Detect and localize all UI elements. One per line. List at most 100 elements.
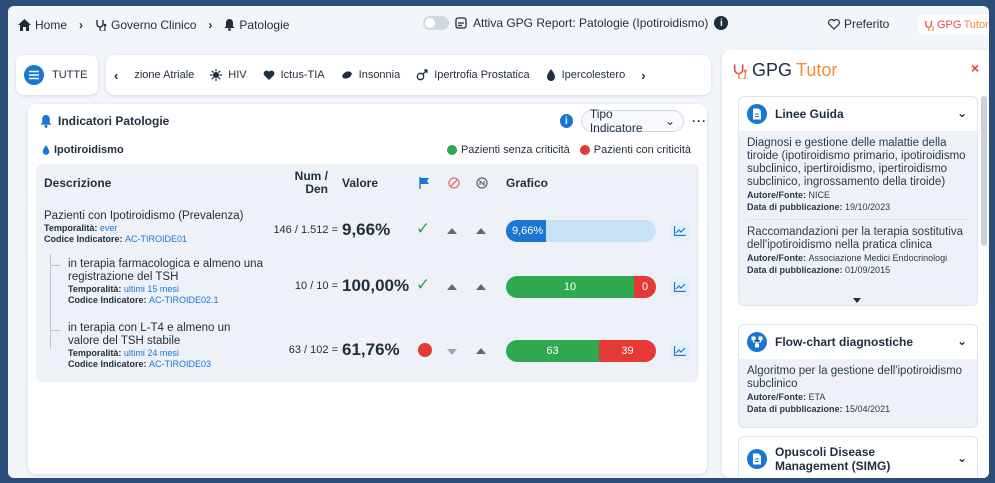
category-fibrillazione[interactable]: zione Atriale (134, 69, 194, 81)
header-numden: Num / Den (294, 169, 328, 196)
trend-icon (476, 164, 488, 202)
check-icon: ✓ (416, 219, 431, 238)
drop-icon (42, 145, 50, 155)
table-row[interactable]: Pazienti con Ipotiroidismo (Prevalenza) … (36, 208, 699, 254)
chart-icon[interactable] (670, 221, 690, 241)
chevron-right-icon: › (208, 18, 213, 32)
arrow-up-icon (447, 228, 457, 234)
scrollbar[interactable] (981, 96, 987, 246)
flowchart-icon (747, 332, 767, 352)
table-row[interactable]: in terapia farmacologica e almeno una re… (36, 256, 699, 314)
row-description: Pazienti con Ipotiroidismo (Prevalenza) … (44, 210, 244, 244)
stethoscope-icon (95, 19, 107, 31)
pill-icon (341, 70, 353, 80)
category-bar: TUTTE ‹ zione Atriale HIV Ictus-TIA Inso… (16, 50, 711, 100)
document-icon (747, 104, 767, 124)
header-grafico: Grafico (506, 176, 549, 190)
chevron-down-icon: ⌄ (956, 334, 967, 348)
gpg-report-toggle-group: Attiva GPG Report: Patologie (Ipotiroidi… (423, 16, 729, 30)
bell-icon (40, 114, 52, 128)
category-scroller: ‹ zione Atriale HIV Ictus-TIA Insonnia I… (106, 55, 711, 95)
opuscoli-header[interactable]: Opuscoli Disease Management (SIMG) ⌄ (739, 437, 977, 478)
table-row[interactable]: in terapia con L-T4 e almeno un valore d… (36, 320, 699, 378)
stethoscope-icon (732, 63, 748, 79)
linee-guida-card: Linee Guida ⌄ Diagnosi e gestione delle … (738, 96, 978, 306)
document-icon (747, 449, 767, 469)
criticita-bar: 63 39 (506, 340, 656, 362)
category-prostatica[interactable]: Ipertrofia Prostatica (416, 69, 530, 81)
gpg-tutor-panel: GPG Tutor × Linee Guida ⌄ Diagnosi e gest… (722, 50, 989, 478)
indicatori-card: Indicatori Patologie i Tipo Indicatore ⌄… (28, 104, 707, 474)
preferito-button[interactable]: Preferito (828, 17, 889, 31)
check-icon: ✓ (416, 275, 431, 294)
gpg-report-label: Attiva GPG Report: Patologie (Ipotiroidi… (473, 16, 709, 30)
info-icon[interactable]: i (714, 16, 729, 30)
linee-guida-body: Diagnosi e gestione delle malattie della… (739, 131, 977, 288)
arrow-up-icon (476, 228, 486, 234)
breadcrumb-governo[interactable]: Governo Clinico (95, 18, 196, 32)
bar-segment-ok: 10 (506, 276, 634, 298)
chevron-right-icon[interactable]: › (641, 68, 645, 83)
bar-segment-ko: 39 (599, 340, 656, 362)
virus-icon (210, 69, 223, 81)
criticita-bar: 10 0 (506, 276, 656, 298)
legend: Pazienti senza criticità Pazienti con cr… (446, 144, 691, 156)
chevron-down-icon: ⌄ (664, 114, 675, 128)
flow-chart-body[interactable]: Algoritmo per la gestione dell'ipotiroid… (739, 359, 977, 421)
list-icon (24, 65, 44, 85)
chevron-left-icon[interactable]: ‹ (114, 68, 118, 83)
row-valore: 9,66% (342, 220, 391, 239)
row-description: in terapia con L-T4 e almeno un valore d… (68, 322, 231, 369)
row-valore: 61,76% (342, 340, 400, 359)
scroll-down-icon[interactable] (853, 298, 861, 303)
stethoscope-icon (924, 20, 935, 31)
top-bar: Home › Governo Clinico › Patologie Attiv… (8, 6, 989, 44)
tipo-indicatore-select[interactable]: Tipo Indicatore ⌄ (580, 107, 684, 135)
gpg-tutor-button[interactable]: GPG Tutor (918, 15, 989, 35)
subsection-title: Ipotiroidismo (42, 144, 124, 156)
row-description: in terapia farmacologica e almeno una re… (68, 258, 263, 305)
prevalence-bar: 9,66% (506, 220, 656, 242)
flow-chart-header[interactable]: Flow-chart diagnostiche ⌄ (739, 325, 977, 359)
card-title: Indicatori Patologie (40, 114, 169, 128)
arrow-up-icon (476, 284, 486, 290)
info-icon[interactable]: i (560, 114, 573, 128)
flag-icon (419, 164, 430, 202)
row-numden: 63 / 102 = (288, 344, 338, 356)
chart-icon[interactable] (670, 277, 690, 297)
header-descrizione: Descrizione (44, 176, 112, 190)
drop-icon (546, 69, 556, 81)
tutte-button[interactable]: TUTTE (16, 55, 98, 95)
arrow-down-icon (447, 349, 457, 355)
breadcrumb-patologie[interactable]: Patologie (224, 18, 289, 32)
category-hiv[interactable]: HIV (210, 69, 247, 81)
list-item[interactable]: Diagnosi e gestione delle malattie della… (747, 137, 969, 219)
list-item[interactable]: Raccomandazioni per la terapia sostituti… (747, 219, 969, 282)
chevron-right-icon: › (79, 18, 84, 32)
category-ictus[interactable]: Ictus-TIA (263, 69, 325, 81)
app-frame: Home › Governo Clinico › Patologie Attiv… (8, 6, 989, 478)
bell-icon (224, 19, 235, 31)
green-dot-icon (446, 145, 457, 155)
heart-icon (263, 70, 275, 81)
breadcrumb: Home › Governo Clinico › Patologie (18, 18, 289, 32)
row-numden: 146 / 1.512 = (273, 224, 338, 236)
category-insonnia[interactable]: Insonnia (341, 69, 400, 81)
male-symbol-icon (416, 69, 428, 81)
gpg-report-toggle[interactable] (423, 16, 449, 30)
legend-ko: Pazienti con criticità (579, 144, 691, 156)
opuscoli-card: Opuscoli Disease Management (SIMG) ⌄ (738, 436, 978, 478)
bar-segment-ko: 0 (634, 276, 656, 298)
category-ipercolesterolemia[interactable]: Ipercolestero (546, 69, 625, 81)
tutor-title: GPG Tutor (732, 60, 837, 81)
close-icon[interactable]: × (971, 60, 979, 76)
home-icon (18, 19, 31, 31)
prevalence-bar-fill: 9,66% (506, 220, 546, 242)
breadcrumb-home[interactable]: Home (18, 18, 67, 32)
report-icon (455, 17, 467, 29)
arrow-up-icon (447, 284, 457, 290)
more-menu-icon[interactable]: ··· (692, 114, 707, 128)
linee-guida-header[interactable]: Linee Guida ⌄ (739, 97, 977, 131)
critical-dot-icon (418, 343, 432, 357)
chart-icon[interactable] (670, 341, 690, 361)
